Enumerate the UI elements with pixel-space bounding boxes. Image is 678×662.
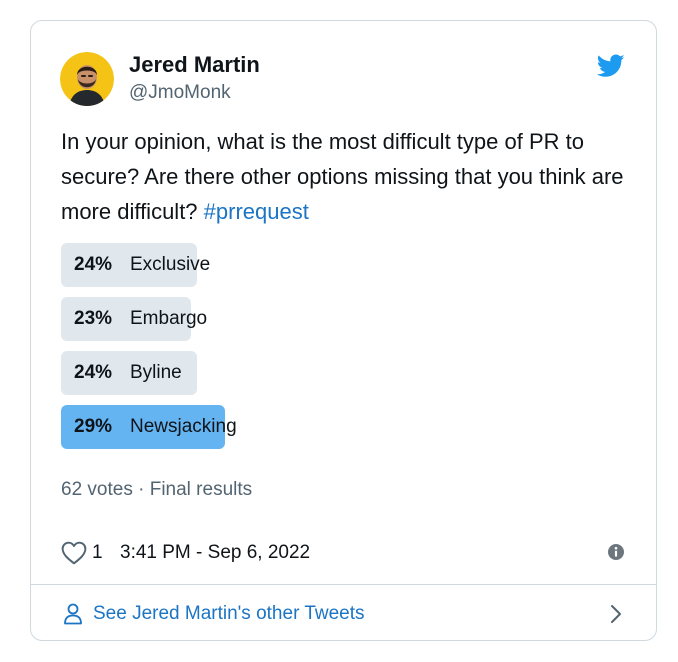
- poll-percent: 29%: [74, 416, 113, 437]
- see-other-tweets-link[interactable]: See Jered Martin's other Tweets: [61, 591, 627, 637]
- poll-option-label: Byline: [130, 362, 182, 383]
- tweet-body: In your opinion, what is the most diffic…: [61, 129, 624, 224]
- poll-percent: 24%: [74, 254, 113, 275]
- chevron-right-icon[interactable]: [609, 604, 623, 624]
- poll-option-newsjacking: 29% Newsjacking: [61, 405, 621, 449]
- tweet-timestamp[interactable]: 3:41 PM - Sep 6, 2022: [120, 542, 310, 564]
- poll-option-exclusive: 24% Exclusive: [61, 243, 621, 287]
- person-icon: [64, 603, 82, 625]
- author-handle[interactable]: @JmoMonk: [129, 82, 231, 104]
- see-other-tweets-label[interactable]: See Jered Martin's other Tweets: [93, 603, 365, 625]
- poll-option-label: Newsjacking: [130, 416, 237, 437]
- poll-status: Final results: [149, 479, 253, 500]
- like-count[interactable]: 1: [92, 542, 103, 564]
- poll-option-label: Exclusive: [130, 254, 211, 275]
- avatar[interactable]: [60, 52, 114, 106]
- footer-divider: [31, 584, 656, 585]
- poll-separator: ·: [138, 479, 145, 500]
- poll-percent: 23%: [74, 308, 113, 329]
- poll-option-embargo: 23% Embargo: [61, 297, 621, 341]
- author-name[interactable]: Jered Martin: [129, 52, 260, 78]
- info-icon[interactable]: [607, 543, 625, 561]
- poll-option-byline: 24% Byline: [61, 351, 621, 395]
- poll-option-label: Embargo: [130, 308, 208, 329]
- avatar-image: [60, 52, 114, 106]
- poll-percent: 24%: [74, 362, 113, 383]
- twitter-bird-icon[interactable]: [597, 54, 625, 78]
- tweet-actions: 1 3:41 PM - Sep 6, 2022: [61, 541, 631, 565]
- tweet-card: Jered Martin @JmoMonk In your opinion, w…: [30, 20, 657, 641]
- poll-meta: 62 votes · Final results: [61, 479, 252, 501]
- heart-icon[interactable]: [61, 541, 87, 565]
- hashtag-link[interactable]: #prrequest: [204, 199, 309, 224]
- poll-vote-count: 62 votes: [61, 479, 133, 500]
- tweet-text: In your opinion, what is the most diffic…: [61, 124, 631, 229]
